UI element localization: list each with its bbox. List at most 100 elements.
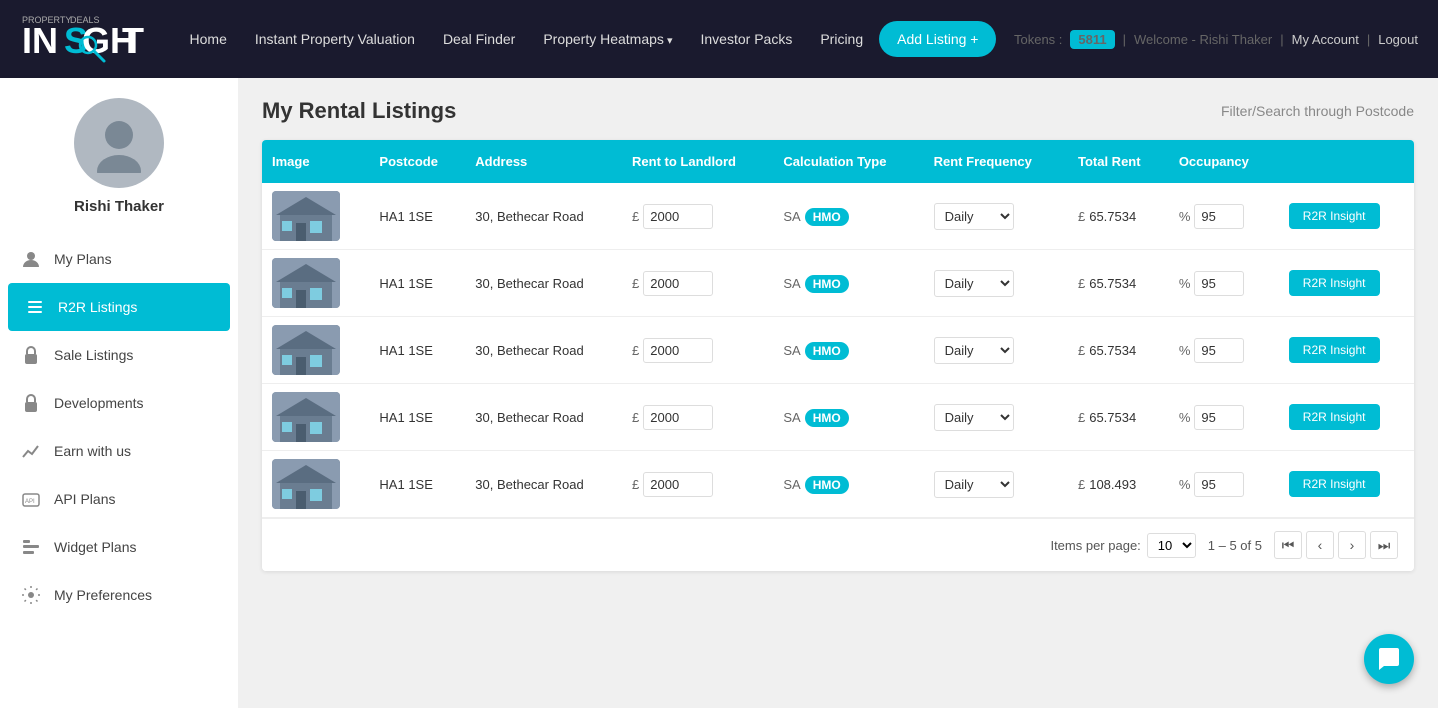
percent-symbol: % bbox=[1179, 343, 1191, 358]
frequency-select[interactable]: DailyWeeklyMonthly bbox=[934, 270, 1014, 297]
cell-action[interactable]: R2R Insight bbox=[1279, 317, 1414, 384]
rent-input[interactable] bbox=[643, 271, 713, 296]
my-account-link[interactable]: My Account bbox=[1292, 32, 1359, 47]
col-rent-freq: Rent Frequency bbox=[924, 140, 1068, 183]
gear-icon bbox=[20, 584, 42, 606]
sa-label: SA bbox=[783, 343, 800, 358]
occupancy-input[interactable] bbox=[1194, 338, 1244, 363]
first-page-button[interactable]: ⏮ bbox=[1274, 531, 1302, 559]
rent-input[interactable] bbox=[643, 472, 713, 497]
cell-rent[interactable]: £ bbox=[622, 451, 773, 518]
sidebar-item-label: API Plans bbox=[54, 491, 115, 507]
cell-postcode: HA1 1SE bbox=[369, 384, 465, 451]
cell-calc-type: SAHMO bbox=[773, 451, 923, 518]
logout-link[interactable]: Logout bbox=[1378, 32, 1418, 47]
cell-address: 30, Bethecar Road bbox=[465, 317, 622, 384]
logo[interactable]: PROPERTY DEALS IN S GH T bbox=[20, 9, 160, 69]
sidebar-item-label: Widget Plans bbox=[54, 539, 136, 555]
percent-symbol: % bbox=[1179, 276, 1191, 291]
cell-calc-type: SAHMO bbox=[773, 317, 923, 384]
sidebar-item-label: My Plans bbox=[54, 251, 112, 267]
col-postcode: Postcode bbox=[369, 140, 465, 183]
nav-deal-finder[interactable]: Deal Finder bbox=[431, 23, 527, 55]
cell-action[interactable]: R2R Insight bbox=[1279, 183, 1414, 250]
tokens-value: 5811 bbox=[1070, 30, 1114, 49]
prev-page-button[interactable]: ‹ bbox=[1306, 531, 1334, 559]
total-rent-value: 65.7534 bbox=[1089, 343, 1136, 358]
rent-input[interactable] bbox=[643, 338, 713, 363]
col-address: Address bbox=[465, 140, 622, 183]
r2r-insight-button[interactable]: R2R Insight bbox=[1289, 404, 1380, 430]
sidebar-item-r2r-listings[interactable]: R2R Listings bbox=[8, 283, 230, 331]
table-row: HA1 1SE30, Bethecar Road£SAHMODailyWeekl… bbox=[262, 384, 1414, 451]
nav-home[interactable]: Home bbox=[178, 23, 239, 55]
rent-input[interactable] bbox=[643, 405, 713, 430]
cell-rent[interactable]: £ bbox=[622, 250, 773, 317]
r2r-insight-button[interactable]: R2R Insight bbox=[1289, 337, 1380, 363]
occupancy-input[interactable] bbox=[1194, 271, 1244, 296]
filter-search-label: Filter/Search through Postcode bbox=[1221, 103, 1414, 119]
main-layout: Rishi Thaker My Plans R2R Listings bbox=[0, 78, 1438, 708]
sidebar-item-my-plans[interactable]: My Plans bbox=[0, 235, 238, 283]
frequency-select[interactable]: DailyWeeklyMonthly bbox=[934, 203, 1014, 230]
next-page-button[interactable]: › bbox=[1338, 531, 1366, 559]
percent-symbol: % bbox=[1179, 477, 1191, 492]
cell-rent-frequency[interactable]: DailyWeeklyMonthly bbox=[924, 317, 1068, 384]
svg-text:API: API bbox=[25, 499, 35, 505]
svg-text:T: T bbox=[122, 20, 144, 61]
cell-action[interactable]: R2R Insight bbox=[1279, 451, 1414, 518]
nav-heatmaps[interactable]: Property Heatmaps bbox=[531, 23, 684, 55]
pound-symbol: £ bbox=[632, 343, 639, 358]
cell-total-rent: £65.7534 bbox=[1068, 183, 1169, 250]
r2r-insight-button[interactable]: R2R Insight bbox=[1289, 471, 1380, 497]
cell-rent-frequency[interactable]: DailyWeeklyMonthly bbox=[924, 183, 1068, 250]
cell-rent[interactable]: £ bbox=[622, 183, 773, 250]
occupancy-input[interactable] bbox=[1194, 405, 1244, 430]
cell-rent-frequency[interactable]: DailyWeeklyMonthly bbox=[924, 250, 1068, 317]
sidebar-item-widget-plans[interactable]: Widget Plans bbox=[0, 523, 238, 571]
cell-total-rent: £65.7534 bbox=[1068, 317, 1169, 384]
frequency-select[interactable]: DailyWeeklyMonthly bbox=[934, 337, 1014, 364]
col-action bbox=[1279, 140, 1414, 183]
cell-calc-type: SAHMO bbox=[773, 183, 923, 250]
cell-action[interactable]: R2R Insight bbox=[1279, 384, 1414, 451]
occupancy-input[interactable] bbox=[1194, 472, 1244, 497]
r2r-insight-button[interactable]: R2R Insight bbox=[1289, 270, 1380, 296]
cell-occupancy[interactable]: % bbox=[1169, 317, 1279, 384]
cell-occupancy[interactable]: % bbox=[1169, 183, 1279, 250]
cell-rent-frequency[interactable]: DailyWeeklyMonthly bbox=[924, 384, 1068, 451]
sidebar-item-earn-with-us[interactable]: Earn with us bbox=[0, 427, 238, 475]
cell-occupancy[interactable]: % bbox=[1169, 250, 1279, 317]
rent-input[interactable] bbox=[643, 204, 713, 229]
cell-rent-frequency[interactable]: DailyWeeklyMonthly bbox=[924, 451, 1068, 518]
frequency-select[interactable]: DailyWeeklyMonthly bbox=[934, 471, 1014, 498]
nav-investor-packs[interactable]: Investor Packs bbox=[689, 23, 805, 55]
r2r-insight-button[interactable]: R2R Insight bbox=[1289, 203, 1380, 229]
frequency-select[interactable]: DailyWeeklyMonthly bbox=[934, 404, 1014, 431]
cell-address: 30, Bethecar Road bbox=[465, 451, 622, 518]
main-content: My Rental Listings Filter/Search through… bbox=[238, 78, 1438, 708]
occupancy-input[interactable] bbox=[1194, 204, 1244, 229]
total-rent-value: 65.7534 bbox=[1089, 276, 1136, 291]
chat-button[interactable] bbox=[1364, 634, 1414, 684]
sidebar-item-my-preferences[interactable]: My Preferences bbox=[0, 571, 238, 619]
nav-pricing[interactable]: Pricing bbox=[808, 23, 875, 55]
cell-occupancy[interactable]: % bbox=[1169, 384, 1279, 451]
cell-occupancy[interactable]: % bbox=[1169, 451, 1279, 518]
cell-rent[interactable]: £ bbox=[622, 384, 773, 451]
property-image bbox=[272, 459, 340, 509]
sidebar-item-sale-listings[interactable]: Sale Listings bbox=[0, 331, 238, 379]
sidebar-item-developments[interactable]: Developments bbox=[0, 379, 238, 427]
per-page-select[interactable]: 10 25 50 bbox=[1147, 533, 1196, 558]
pagination-bar: Items per page: 10 25 50 1 – 5 of 5 ⏮ ‹ … bbox=[262, 518, 1414, 571]
cell-image bbox=[262, 183, 369, 250]
last-page-button[interactable]: ⏭ bbox=[1370, 531, 1398, 559]
sidebar-item-api-plans[interactable]: API API Plans bbox=[0, 475, 238, 523]
cell-calc-type: SAHMO bbox=[773, 250, 923, 317]
widget-icon bbox=[20, 536, 42, 558]
svg-text:IN: IN bbox=[22, 20, 58, 61]
nav-ipv[interactable]: Instant Property Valuation bbox=[243, 23, 427, 55]
cell-rent[interactable]: £ bbox=[622, 317, 773, 384]
cell-action[interactable]: R2R Insight bbox=[1279, 250, 1414, 317]
add-listing-button[interactable]: Add Listing + bbox=[879, 21, 996, 57]
